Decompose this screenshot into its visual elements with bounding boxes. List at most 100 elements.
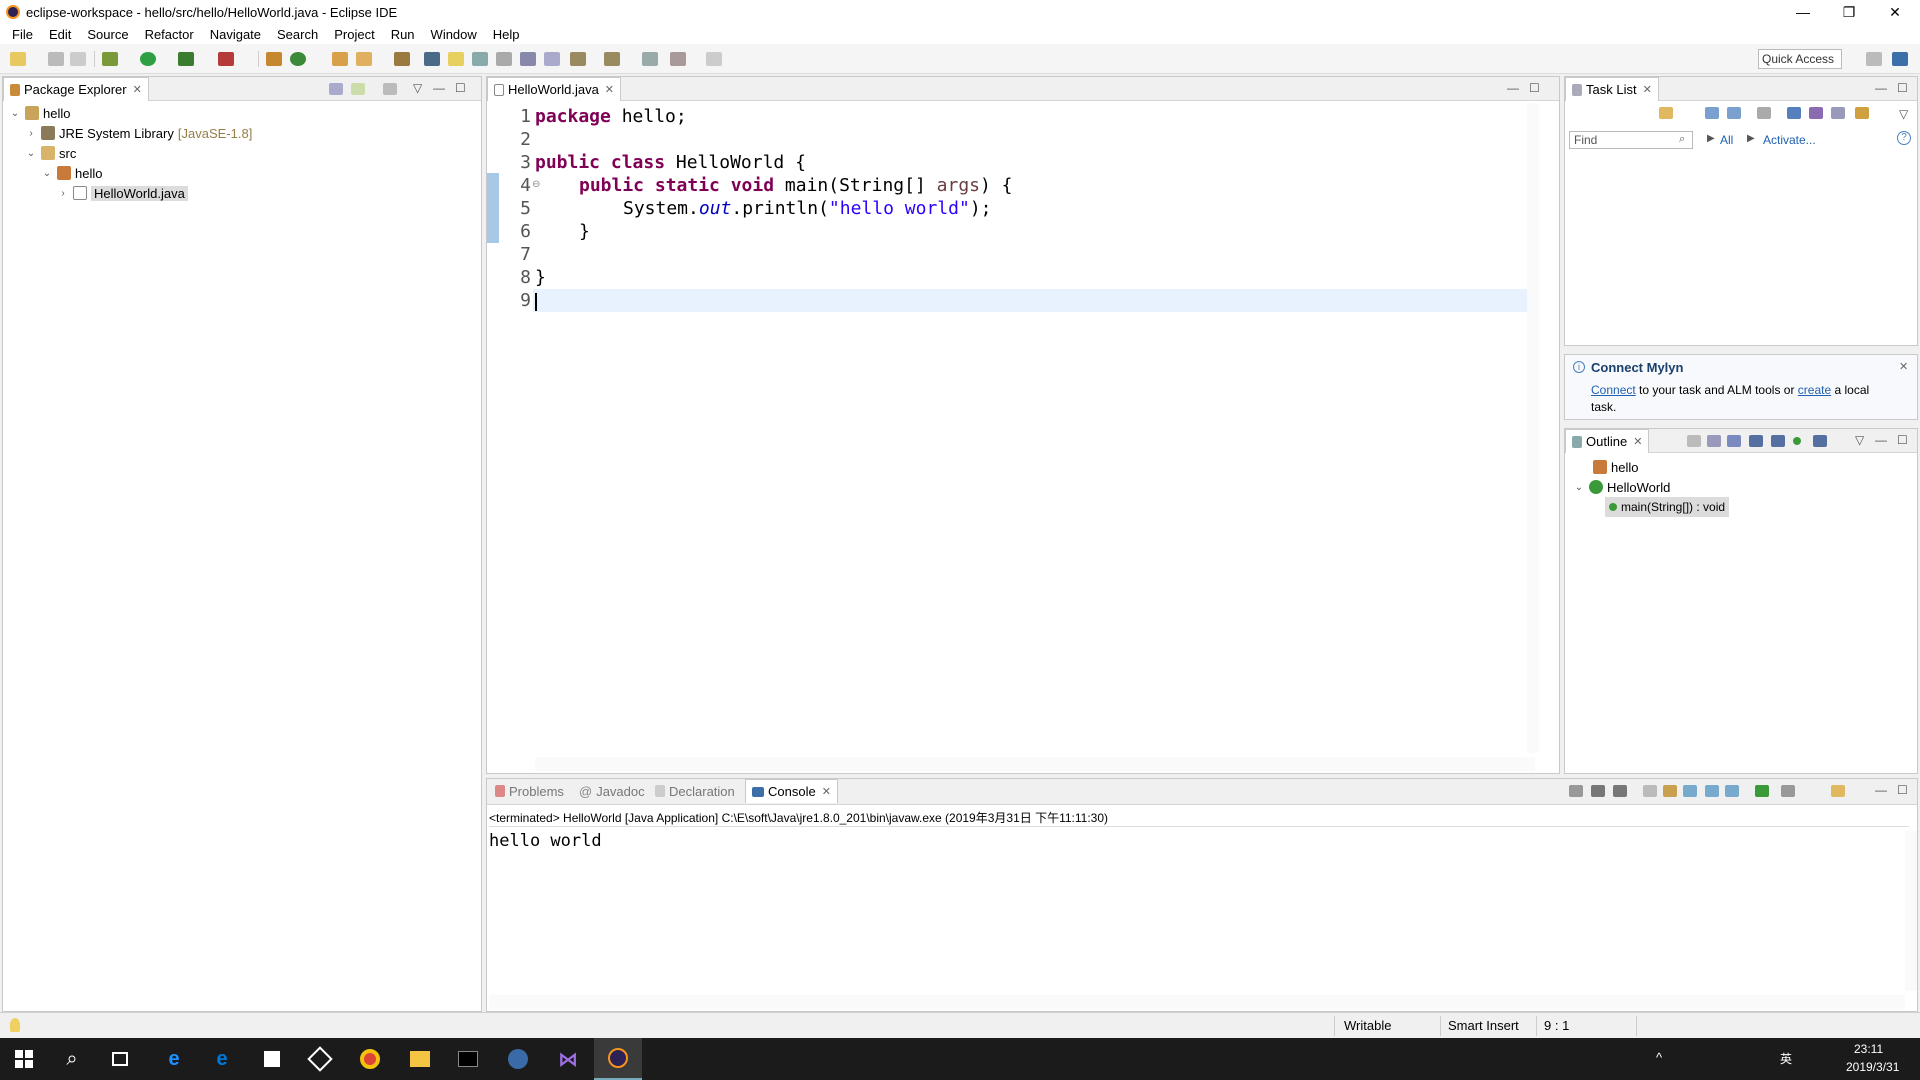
forward-icon[interactable]	[706, 52, 722, 66]
maximize-view-icon[interactable]: ☐	[1897, 783, 1908, 797]
close-icon[interactable]: ✕	[1633, 435, 1642, 448]
save-icon[interactable]	[48, 52, 64, 66]
show-whitespace-icon[interactable]	[496, 52, 512, 66]
open-console-icon[interactable]	[1831, 785, 1845, 797]
categorized-icon[interactable]	[1705, 107, 1719, 119]
tab-package-explorer[interactable]: Package Explorer ✕	[3, 77, 149, 101]
tab-javadoc[interactable]: @ Javadoc	[573, 779, 651, 803]
menu-window[interactable]: Window	[423, 27, 485, 42]
tab-console[interactable]: Console ✕	[745, 779, 838, 803]
new-task-icon[interactable]	[1659, 107, 1673, 119]
clock-time[interactable]: 23:11	[1854, 1042, 1883, 1056]
focus-icon[interactable]	[1757, 107, 1771, 119]
maximize-view-icon[interactable]: ☐	[1529, 81, 1540, 95]
menu-refactor[interactable]: Refactor	[137, 27, 202, 42]
all-link[interactable]: All	[1720, 133, 1733, 147]
close-icon[interactable]: ✕	[1643, 83, 1652, 96]
external-tools-icon[interactable]	[218, 52, 234, 66]
new-icon[interactable]	[10, 52, 26, 66]
task-view-button[interactable]	[96, 1038, 144, 1080]
open-perspective-icon[interactable]	[1866, 52, 1882, 66]
edge-button[interactable]: e	[198, 1038, 246, 1080]
focus-on-task-icon[interactable]	[383, 83, 397, 95]
create-link[interactable]: create	[1798, 383, 1831, 397]
mark-occurrences-icon[interactable]	[448, 52, 464, 66]
link-with-editor-icon[interactable]	[351, 83, 365, 95]
tree-item-src[interactable]: ⌄ src	[25, 143, 77, 163]
new-java-package-icon[interactable]	[266, 52, 282, 66]
display-console-icon[interactable]	[1781, 785, 1795, 797]
connect-link[interactable]: Connect	[1591, 383, 1636, 397]
focus-icon[interactable]	[1687, 435, 1701, 447]
view-menu-icon[interactable]: ▽	[413, 81, 422, 95]
maximize-view-icon[interactable]: ☐	[1897, 433, 1908, 447]
chrome-button[interactable]	[346, 1038, 394, 1080]
collapse-all-icon[interactable]	[1707, 435, 1721, 447]
terminate-icon[interactable]	[1569, 785, 1583, 797]
collapse-all-icon[interactable]	[329, 83, 343, 95]
next-annotation-icon[interactable]	[570, 52, 586, 66]
show-on-stdout-icon[interactable]	[1705, 785, 1719, 797]
menu-search[interactable]: Search	[269, 27, 326, 42]
tab-task-list[interactable]: Task List ✕	[1565, 77, 1659, 101]
minimize-view-icon[interactable]: —	[1875, 81, 1887, 95]
clear-console-icon[interactable]	[1643, 785, 1657, 797]
pin-console-icon[interactable]	[1755, 785, 1769, 797]
hide-fields-icon[interactable]	[1749, 435, 1763, 447]
new-java-class-icon[interactable]	[290, 52, 306, 66]
view-menu-icon[interactable]: ▽	[1855, 433, 1864, 447]
menu-help[interactable]: Help	[485, 27, 528, 42]
explorer-button[interactable]	[396, 1038, 444, 1080]
prev-annotation-icon[interactable]	[604, 52, 620, 66]
toggle-breadcrumb-icon[interactable]	[424, 52, 440, 66]
close-icon[interactable]: ✕	[1899, 360, 1908, 373]
activate-link[interactable]: Activate...	[1763, 133, 1816, 147]
scheduled-icon[interactable]	[1727, 107, 1741, 119]
minimize-button[interactable]: —	[1780, 0, 1826, 24]
close-icon[interactable]: ✕	[605, 83, 614, 96]
minimize-view-icon[interactable]: —	[1507, 81, 1519, 95]
menu-navigate[interactable]: Navigate	[202, 27, 269, 42]
console-vertical-scrollbar[interactable]	[1905, 831, 1917, 991]
visual-studio-button[interactable]: ⋈	[544, 1038, 592, 1080]
find-input[interactable]: Find	[1569, 131, 1693, 149]
tree-item-jre[interactable]: › JRE System Library [JavaSE-1.8]	[25, 123, 252, 143]
ie-button[interactable]: e	[150, 1038, 198, 1080]
word-wrap-icon[interactable]	[1683, 785, 1697, 797]
close-icon[interactable]: ✕	[133, 83, 142, 96]
chevron-right-icon[interactable]: ›	[25, 128, 37, 139]
open-type-icon[interactable]	[332, 52, 348, 66]
tree-item-project[interactable]: ⌄ hello	[9, 103, 71, 123]
tab-problems[interactable]: Problems	[489, 779, 570, 803]
app-button[interactable]	[494, 1038, 542, 1080]
chevron-down-icon[interactable]: ⌄	[41, 168, 53, 179]
tree-item-package[interactable]: ⌄ hello	[41, 163, 103, 183]
minimize-view-icon[interactable]: —	[433, 81, 445, 95]
chevron-down-icon[interactable]: ⌄	[25, 148, 37, 159]
menu-project[interactable]: Project	[326, 27, 382, 42]
hide-non-public-icon[interactable]	[1793, 437, 1801, 445]
collapse-all-icon[interactable]	[1831, 107, 1845, 119]
back-icon[interactable]	[670, 52, 686, 66]
minimize-view-icon[interactable]: —	[1875, 433, 1887, 447]
last-edit-icon[interactable]	[642, 52, 658, 66]
quick-access-field[interactable]: Quick Access	[1758, 49, 1842, 69]
outline-item-class[interactable]: ⌄ HelloWorld	[1573, 477, 1671, 497]
outline-item-method[interactable]: main(String[]) : void	[1605, 497, 1730, 517]
ime-indicator[interactable]: 英	[1780, 1050, 1792, 1067]
remove-all-terminated-icon[interactable]	[1613, 785, 1627, 797]
hide-local-types-icon[interactable]	[1813, 435, 1827, 447]
tab-declaration[interactable]: Declaration	[649, 779, 741, 803]
previous-annotation-icon[interactable]	[520, 52, 536, 66]
clock-date[interactable]: 2019/3/31	[1846, 1060, 1899, 1074]
sort-icon[interactable]	[1727, 435, 1741, 447]
restore-button[interactable]: ❐	[1826, 0, 1872, 24]
eclipse-taskbar-button[interactable]	[594, 1038, 642, 1080]
status-insert-mode[interactable]: Smart Insert	[1448, 1018, 1519, 1033]
hide-completed-icon[interactable]	[1787, 107, 1801, 119]
close-button[interactable]: ✕	[1872, 0, 1918, 24]
maximize-view-icon[interactable]: ☐	[455, 81, 466, 95]
sync-icon[interactable]	[1855, 107, 1869, 119]
menu-edit[interactable]: Edit	[41, 27, 79, 42]
editor-horizontal-scrollbar[interactable]	[535, 757, 1535, 771]
